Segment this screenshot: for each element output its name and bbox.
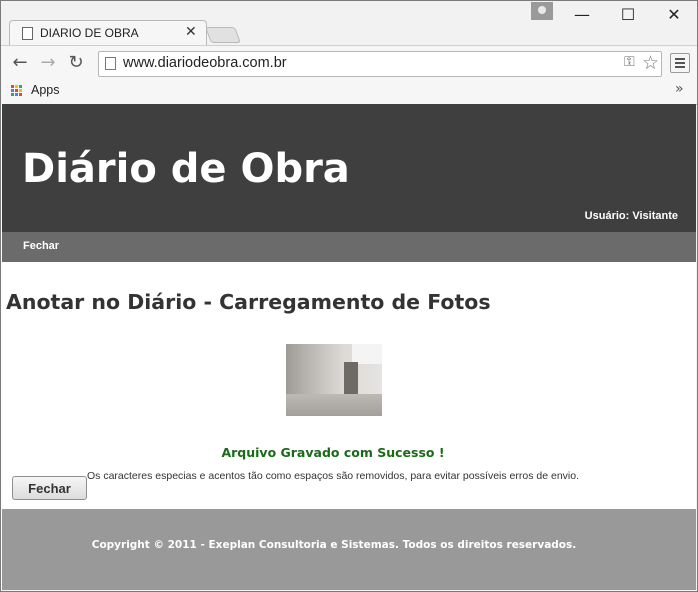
page-icon	[105, 57, 116, 70]
reload-icon[interactable]: ↻	[65, 52, 87, 73]
back-arrow-icon[interactable]: ←	[9, 52, 31, 73]
site-title: Diário de Obra	[22, 146, 350, 192]
minimize-button[interactable]: —	[566, 5, 598, 25]
copyright-text: Copyright © 2011 - Exeplan Consultoria e…	[91, 539, 577, 551]
browser-toolbar: ← → ↻ www.diariodeobra.com.br ⚿ ☆	[1, 45, 697, 80]
address-bar[interactable]: www.diariodeobra.com.br ⚿ ☆	[98, 51, 662, 77]
site-header: Diário de Obra Usuário: Visitante	[2, 104, 696, 232]
close-button[interactable]: Fechar	[12, 476, 87, 500]
site-footer: Copyright © 2011 - Exeplan Consultoria e…	[2, 509, 696, 590]
tab-close-icon[interactable]: ✕	[185, 24, 197, 40]
new-tab-button[interactable]	[205, 27, 241, 43]
page-icon	[22, 27, 33, 40]
apps-grid-icon[interactable]	[11, 85, 23, 97]
success-message: Arquivo Gravado com Sucesso !	[221, 445, 445, 460]
profile-icon[interactable]	[531, 2, 553, 20]
browser-tab[interactable]: DIARIO DE OBRA ✕	[9, 20, 207, 46]
menu-icon[interactable]	[670, 53, 690, 73]
user-label: Usuário: Visitante	[584, 210, 678, 222]
site-nav: Fechar	[2, 232, 696, 262]
page-viewport: Diário de Obra Usuário: Visitante Fechar…	[1, 104, 696, 590]
forward-arrow-icon[interactable]: →	[37, 52, 59, 73]
uploaded-photo	[286, 344, 382, 416]
bookmarks-bar: Apps »	[1, 79, 697, 105]
photo-floor	[286, 394, 382, 416]
key-icon[interactable]: ⚿	[624, 54, 635, 70]
star-icon[interactable]: ☆	[642, 52, 659, 74]
profile-avatar-dot	[538, 6, 546, 14]
maximize-button[interactable]: ☐	[612, 5, 644, 25]
url-text[interactable]: www.diariodeobra.com.br	[123, 55, 287, 71]
nav-close-link[interactable]: Fechar	[23, 240, 59, 252]
tab-title: DIARIO DE OBRA	[40, 26, 139, 40]
photo-window-light	[352, 344, 382, 364]
title-bar: DIARIO DE OBRA ✕ — ☐ ✕	[1, 1, 697, 46]
page-title: Anotar no Diário - Carregamento de Fotos	[6, 290, 491, 314]
apps-bookmark[interactable]: Apps	[31, 83, 60, 97]
photo-doorway	[344, 362, 358, 398]
chevron-right-icon[interactable]: »	[675, 81, 684, 97]
upload-note: Os caracteres especias e acentos tão com…	[87, 470, 579, 482]
close-window-button[interactable]: ✕	[658, 5, 690, 25]
